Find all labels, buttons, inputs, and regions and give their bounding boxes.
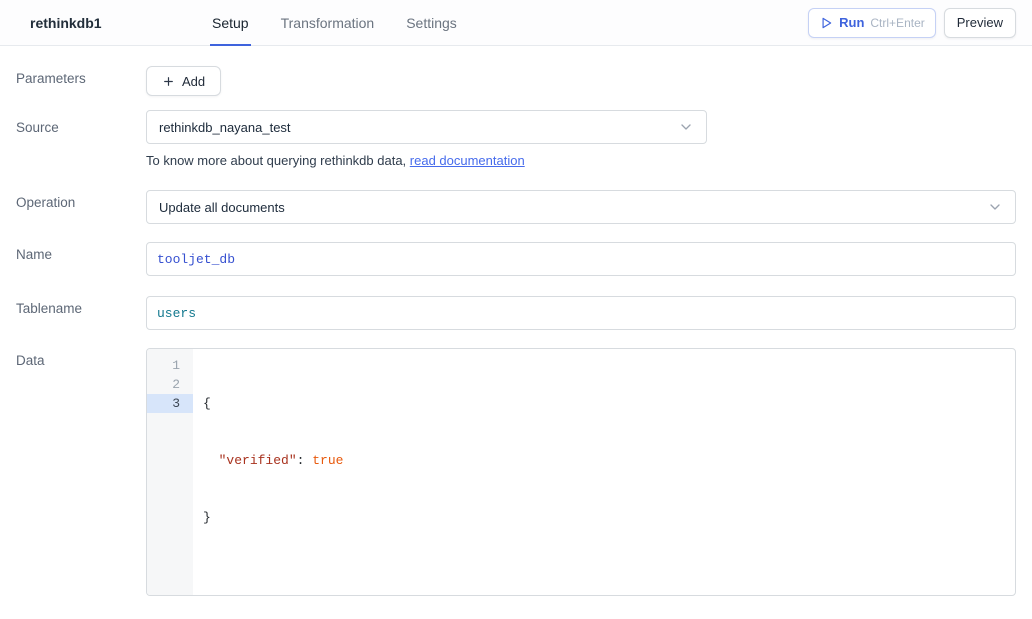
query-title: rethinkdb1 xyxy=(30,15,180,31)
read-documentation-link[interactable]: read documentation xyxy=(410,153,525,168)
line-number: 2 xyxy=(147,375,193,394)
name-row: Name tooljet_db xyxy=(0,242,1032,276)
source-select[interactable]: rethinkdb_nayana_test xyxy=(146,110,707,144)
parameters-row: Parameters Add xyxy=(0,66,1032,96)
tablename-input-value: users xyxy=(157,306,196,321)
name-input[interactable]: tooljet_db xyxy=(146,242,1016,276)
json-key: "verified" xyxy=(219,453,297,468)
query-editor-header: rethinkdb1 Setup Transformation Settings… xyxy=(0,0,1032,46)
operation-selected-value: Update all documents xyxy=(159,200,285,215)
run-button-label: Run xyxy=(839,15,864,30)
line-number-active: 3 xyxy=(147,394,193,413)
operation-select[interactable]: Update all documents xyxy=(146,190,1016,224)
json-boolean-value: true xyxy=(312,453,343,468)
source-label: Source xyxy=(0,110,146,168)
parameters-label: Parameters xyxy=(0,66,146,96)
data-label: Data xyxy=(0,348,146,596)
play-icon xyxy=(819,16,833,30)
line-number: 1 xyxy=(147,356,193,375)
data-row: Data 1 2 3 { "verified": true } xyxy=(0,348,1032,596)
chevron-down-icon xyxy=(678,119,694,135)
header-actions: Run Ctrl+Enter Preview xyxy=(808,8,1016,38)
query-tabs: Setup Transformation Settings xyxy=(210,0,459,45)
tab-settings[interactable]: Settings xyxy=(404,0,459,45)
tab-transformation[interactable]: Transformation xyxy=(279,0,377,45)
source-selected-value: rethinkdb_nayana_test xyxy=(159,120,291,135)
code-line-2: "verified": true xyxy=(203,451,1015,470)
run-shortcut-hint: Ctrl+Enter xyxy=(870,16,924,30)
line-number-gutter: 1 2 3 xyxy=(147,349,193,595)
tablename-label: Tablename xyxy=(0,296,146,330)
query-setup-panel: Parameters Add Source rethinkdb_nayana_t… xyxy=(0,46,1032,596)
tablename-input[interactable]: users xyxy=(146,296,1016,330)
code-line-1: { xyxy=(203,394,1015,413)
code-line-3: } xyxy=(203,508,1015,527)
name-input-value: tooljet_db xyxy=(157,252,235,267)
add-parameter-label: Add xyxy=(182,74,205,89)
run-button[interactable]: Run Ctrl+Enter xyxy=(808,8,936,38)
source-row: Source rethinkdb_nayana_test To know mor… xyxy=(0,110,1032,168)
add-parameter-button[interactable]: Add xyxy=(146,66,221,96)
source-help-text: To know more about querying rethinkdb da… xyxy=(146,153,1016,168)
chevron-down-icon xyxy=(987,199,1003,215)
tablename-row: Tablename users xyxy=(0,296,1032,330)
source-help-prefix: To know more about querying rethinkdb da… xyxy=(146,153,410,168)
tab-setup[interactable]: Setup xyxy=(210,0,251,45)
code-content[interactable]: { "verified": true } xyxy=(193,349,1015,595)
name-label: Name xyxy=(0,242,146,276)
data-code-editor[interactable]: 1 2 3 { "verified": true } xyxy=(146,348,1016,596)
plus-icon xyxy=(162,75,175,88)
preview-button[interactable]: Preview xyxy=(944,8,1016,38)
operation-label: Operation xyxy=(0,190,146,224)
operation-row: Operation Update all documents xyxy=(0,190,1032,224)
